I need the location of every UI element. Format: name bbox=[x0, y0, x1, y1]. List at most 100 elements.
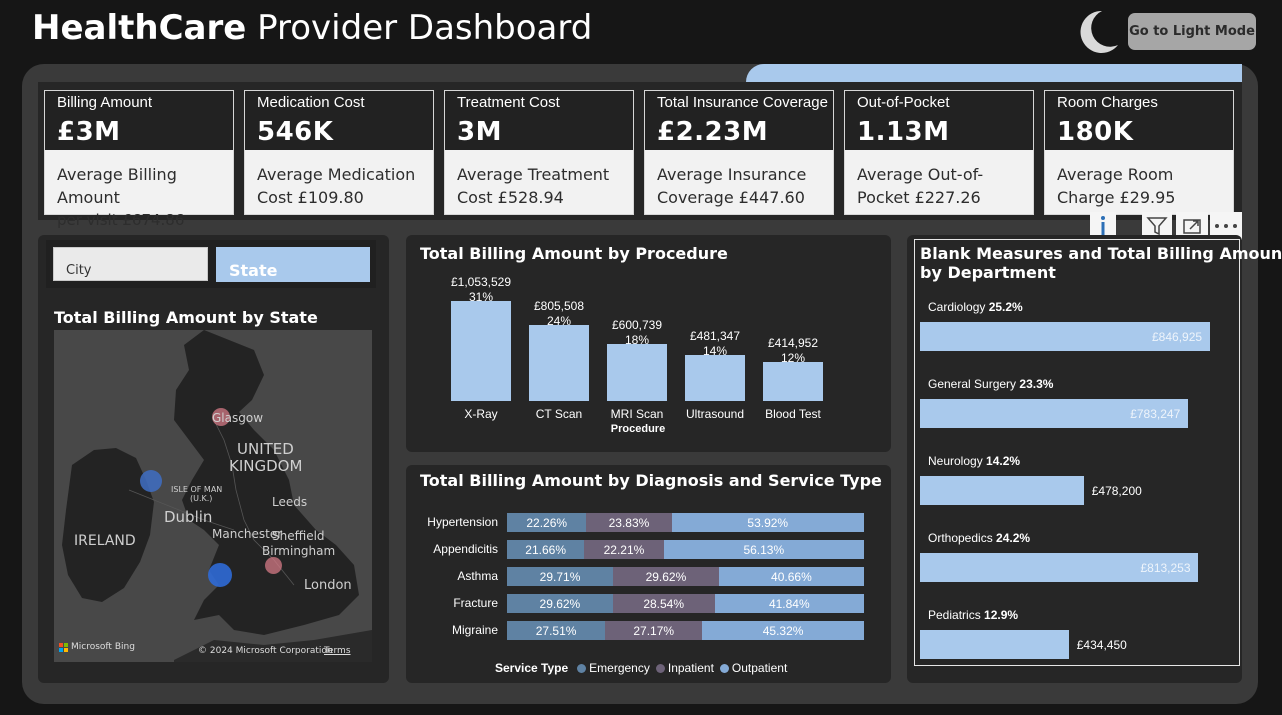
map-label-uk-line2: KINGDOM bbox=[229, 457, 303, 475]
procedure-percent-label: 24% bbox=[546, 313, 572, 328]
diagnosis-segment-outpatient[interactable]: 56.13% bbox=[663, 540, 864, 559]
diagnosis-category-label: Appendicitis bbox=[433, 542, 498, 556]
kpi-value: 180K bbox=[1057, 117, 1134, 147]
map-bubble-northern-ireland[interactable] bbox=[140, 470, 162, 492]
procedure-category-label: CT Scan bbox=[535, 407, 583, 421]
diagnosis-segment-outpatient[interactable]: 40.66% bbox=[718, 567, 864, 586]
kpi-average-line2: Cost £528.94 bbox=[457, 188, 564, 207]
accent-shape bbox=[746, 64, 1242, 82]
map-label-isle-of-man: ISLE OF MAN bbox=[171, 485, 223, 494]
legend-item-outpatient[interactable]: Outpatient bbox=[732, 661, 787, 675]
map-bubble-wales[interactable] bbox=[208, 563, 232, 587]
map-bubble-birmingham[interactable] bbox=[265, 557, 282, 574]
diagnosis-segment-outpatient[interactable]: 41.84% bbox=[714, 594, 864, 613]
diagnosis-category-label: Migraine bbox=[451, 623, 498, 637]
procedure-value-label: £805,508 bbox=[533, 298, 585, 313]
department-category-label: Pediatrics 12.9% bbox=[928, 608, 1018, 622]
map-label-uk-line1: UNITED bbox=[237, 440, 294, 458]
legend-item-inpatient[interactable]: Inpatient bbox=[668, 661, 714, 675]
kpi-label: Room Charges bbox=[1057, 94, 1158, 111]
map-terms-link[interactable]: Terms bbox=[324, 646, 351, 656]
kpi-average: Average Out-of- Pocket £227.26 bbox=[845, 150, 1033, 214]
department-percent: 25.2% bbox=[988, 300, 1023, 314]
light-mode-button[interactable]: Go to Light Mode bbox=[1128, 13, 1256, 50]
map-label-sheffield: Sheffield bbox=[272, 529, 325, 543]
kpi-card-treatment: Treatment Cost 3M Average Treatment Cost … bbox=[444, 90, 634, 215]
diagnosis-legend: Service Type Emergency Inpatient Outpati… bbox=[495, 661, 787, 675]
department-bar[interactable] bbox=[920, 476, 1084, 505]
department-value-label: £478,200 bbox=[1091, 484, 1142, 498]
kpi-card-billing: Billing Amount £3M Average Billing Amoun… bbox=[44, 90, 234, 229]
diagnosis-segment-inpatient[interactable]: 29.62% bbox=[613, 567, 719, 586]
legend-swatch-outpatient bbox=[719, 663, 729, 673]
procedure-bar[interactable] bbox=[685, 355, 745, 401]
diagnosis-segment-outpatient[interactable]: 45.32% bbox=[702, 621, 864, 640]
department-category-label: Cardiology 25.2% bbox=[928, 300, 1023, 314]
billing-map[interactable]: Glasgow UNITED KINGDOM ISLE OF MAN (U.K.… bbox=[54, 330, 372, 662]
diagnosis-category-label: Fracture bbox=[453, 596, 498, 610]
department-chart-title-line2: by Department bbox=[920, 263, 1056, 282]
city-slicer[interactable]: City bbox=[53, 247, 208, 281]
kpi-average-line2: Cost £109.80 bbox=[257, 188, 364, 207]
kpi-average-line1: Average Billing Amount bbox=[57, 165, 177, 207]
kpi-card-out-of-pocket: Out-of-Pocket 1.13M Average Out-of- Pocke… bbox=[844, 90, 1034, 215]
map-landmass bbox=[62, 330, 372, 662]
diagnosis-segment-emergency[interactable]: 22.26% bbox=[507, 513, 587, 532]
procedure-bar[interactable] bbox=[607, 343, 667, 401]
map-label-glasgow: Glasgow bbox=[212, 411, 264, 425]
kpi-label: Out-of-Pocket bbox=[857, 94, 950, 111]
diagnosis-category-label: Asthma bbox=[457, 569, 498, 583]
diagnosis-segment-emergency[interactable]: 29.62% bbox=[507, 594, 613, 613]
map-label-isle-of-man-uk: (U.K.) bbox=[190, 494, 213, 503]
department-name: Pediatrics bbox=[928, 608, 985, 622]
diagnosis-segment-inpatient[interactable]: 27.17% bbox=[605, 621, 703, 640]
kpi-average-line2: Coverage £447.60 bbox=[657, 188, 805, 207]
procedure-value-label: £414,952 bbox=[767, 335, 819, 350]
diagnosis-segment-emergency[interactable]: 27.51% bbox=[507, 621, 606, 640]
kpi-value: £3M bbox=[57, 117, 121, 147]
department-category-label: General Surgery 23.3% bbox=[928, 377, 1053, 391]
page-title: HealthCare Provider Dashboard bbox=[32, 8, 592, 48]
department-name: Neurology bbox=[928, 454, 987, 468]
department-value-label: £846,925 bbox=[1152, 330, 1203, 344]
procedure-percent-label: 18% bbox=[624, 332, 650, 347]
procedure-category-label: Ultrasound bbox=[685, 407, 745, 421]
procedure-percent-label: 14% bbox=[702, 344, 728, 359]
department-percent: 14.2% bbox=[986, 454, 1021, 468]
procedure-bar[interactable] bbox=[763, 361, 823, 401]
diagnosis-segment-emergency[interactable]: 29.71% bbox=[507, 567, 614, 586]
procedure-category-label: X-Ray bbox=[464, 407, 498, 421]
page-title-rest: Provider Dashboard bbox=[246, 8, 593, 48]
kpi-label: Medication Cost bbox=[257, 94, 365, 111]
procedure-bar[interactable] bbox=[529, 324, 589, 401]
diagnosis-segment-inpatient[interactable]: 28.54% bbox=[612, 594, 715, 613]
procedure-bar[interactable] bbox=[451, 301, 511, 401]
department-value-label: £783,247 bbox=[1130, 407, 1181, 421]
diagnosis-segment-inpatient[interactable]: 22.21% bbox=[584, 540, 664, 559]
department-category-label: Neurology 14.2% bbox=[928, 454, 1020, 468]
kpi-average-line1: Average Treatment bbox=[457, 165, 610, 184]
procedure-category-label: MRI Scan bbox=[610, 407, 664, 421]
department-percent: 24.2% bbox=[996, 531, 1031, 545]
procedure-category-label: Blood Test bbox=[765, 407, 821, 421]
map-title: Total Billing Amount by State bbox=[54, 308, 318, 327]
state-slicer[interactable]: State bbox=[216, 247, 370, 282]
kpi-value: 1.13M bbox=[857, 117, 950, 147]
map-label-birmingham: Birmingham bbox=[262, 544, 336, 558]
map-label-dublin: Dublin bbox=[164, 508, 213, 526]
department-category-label: Orthopedics 24.2% bbox=[928, 531, 1030, 545]
moon-icon[interactable] bbox=[1072, 8, 1122, 54]
kpi-label: Treatment Cost bbox=[457, 94, 560, 111]
diagnosis-segment-emergency[interactable]: 21.66% bbox=[507, 540, 585, 559]
kpi-average-line2: Charge £29.95 bbox=[1057, 188, 1176, 207]
department-bar[interactable] bbox=[920, 630, 1069, 659]
kpi-average-line2: per visit £674.86 bbox=[57, 211, 185, 229]
department-name: Cardiology bbox=[928, 300, 989, 314]
kpi-value: 546K bbox=[257, 117, 334, 147]
legend-item-emergency[interactable]: Emergency bbox=[589, 661, 650, 675]
diagnosis-segment-outpatient[interactable]: 53.92% bbox=[671, 513, 864, 532]
diagnosis-chart-title: Total Billing Amount by Diagnosis and Se… bbox=[420, 471, 882, 490]
kpi-label: Billing Amount bbox=[57, 94, 153, 111]
kpi-average-line1: Average Medication bbox=[257, 165, 416, 184]
diagnosis-segment-inpatient[interactable]: 23.83% bbox=[586, 513, 672, 532]
